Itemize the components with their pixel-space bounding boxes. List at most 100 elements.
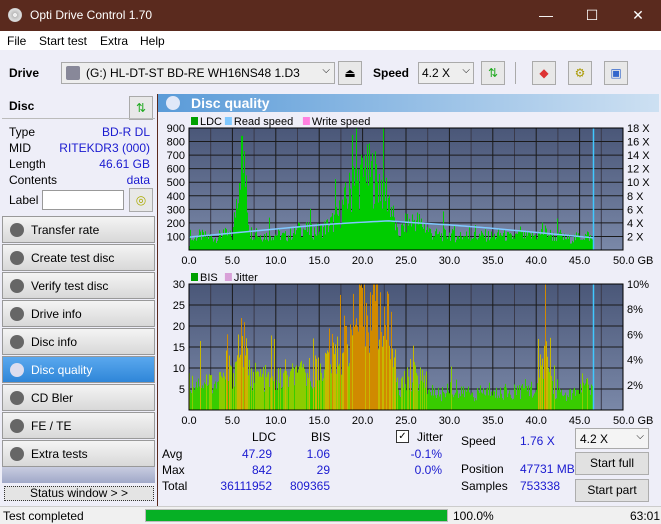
data-bar bbox=[318, 234, 319, 250]
data-bar bbox=[482, 393, 483, 410]
data-bar bbox=[470, 394, 471, 410]
disc-refresh-button[interactable]: ⇅ bbox=[129, 96, 153, 120]
toolbar-divider bbox=[515, 62, 516, 84]
stat-row-label: Total bbox=[162, 479, 188, 493]
data-bar bbox=[306, 385, 307, 410]
data-bar bbox=[553, 232, 554, 250]
data-bar bbox=[247, 348, 248, 410]
start-full-button[interactable]: Start full bbox=[575, 452, 649, 475]
data-bar bbox=[464, 236, 465, 250]
minimize-button[interactable]: — bbox=[523, 0, 569, 31]
data-bar bbox=[268, 371, 269, 410]
data-bar bbox=[193, 240, 194, 250]
data-bar bbox=[519, 385, 520, 410]
data-bar bbox=[426, 371, 427, 410]
data-bar bbox=[402, 376, 403, 410]
legend-swatch bbox=[302, 117, 310, 125]
data-bar bbox=[205, 231, 206, 250]
nav-fe-te[interactable]: FE / TE bbox=[2, 412, 155, 439]
data-bar bbox=[210, 236, 211, 250]
y-tick-label: 25 bbox=[173, 300, 185, 312]
menu-start-test[interactable]: Start test bbox=[39, 34, 87, 48]
start-part-button[interactable]: Start part bbox=[575, 479, 649, 502]
nav-create-test-disc[interactable]: Create test disc bbox=[2, 244, 155, 271]
data-bar bbox=[430, 228, 431, 250]
data-bar bbox=[518, 389, 519, 410]
maximize-button[interactable]: ☐ bbox=[569, 0, 615, 31]
nav-verify-test-disc[interactable]: Verify test disc bbox=[2, 272, 155, 299]
status-window-button[interactable]: Status window > > bbox=[4, 486, 154, 501]
data-bar bbox=[459, 393, 460, 410]
eject-button[interactable]: ⏏ bbox=[338, 61, 362, 85]
data-bar bbox=[537, 383, 538, 410]
data-bar bbox=[343, 204, 344, 250]
data-bar bbox=[291, 239, 292, 250]
data-bar bbox=[368, 332, 369, 410]
data-bar bbox=[534, 393, 535, 410]
nav-extra-tests[interactable]: Extra tests bbox=[2, 440, 155, 467]
data-bar bbox=[264, 391, 265, 410]
y-tick-label: 20 bbox=[173, 321, 185, 333]
data-bar bbox=[506, 240, 507, 250]
data-bar bbox=[336, 373, 337, 410]
data-bar bbox=[225, 227, 226, 250]
data-bar bbox=[384, 306, 385, 410]
data-bar bbox=[491, 231, 492, 250]
data-bar bbox=[244, 151, 245, 250]
data-bar bbox=[402, 223, 403, 250]
data-bar bbox=[575, 395, 576, 410]
data-bar bbox=[544, 233, 545, 250]
data-bar bbox=[254, 382, 255, 410]
data-bar bbox=[481, 392, 482, 410]
disc-panel: Disc ⇅ Type BD-R DL MID RITEKDR3 (000) Len… bbox=[2, 94, 155, 214]
data-bar bbox=[525, 379, 526, 410]
data-bar bbox=[555, 236, 556, 250]
drive-select[interactable]: (G:) HL-DT-ST BD-RE WH16NS48 1.D3 ⌵ bbox=[61, 62, 335, 84]
close-button[interactable]: ✕ bbox=[615, 0, 661, 31]
data-bar bbox=[204, 236, 205, 250]
data-bar bbox=[581, 239, 582, 250]
nav-cd-bler[interactable]: CD Bler bbox=[2, 384, 155, 411]
data-bar bbox=[346, 198, 347, 250]
speed-select[interactable]: 4.2 X ⌵ bbox=[418, 62, 474, 84]
save-button[interactable]: ▣ bbox=[604, 61, 628, 85]
data-bar bbox=[420, 221, 421, 250]
data-bar bbox=[266, 232, 267, 250]
data-bar bbox=[290, 228, 291, 250]
data-bar bbox=[360, 285, 361, 410]
nav-label: Disc info bbox=[31, 335, 78, 349]
y-tick-label: 600 bbox=[167, 164, 185, 176]
nav-drive-info[interactable]: Drive info bbox=[2, 300, 155, 327]
menu-extra[interactable]: Extra bbox=[100, 34, 128, 48]
data-bar bbox=[316, 235, 317, 250]
y2-tick-label: 14 X bbox=[627, 150, 650, 162]
menu-file[interactable]: File bbox=[7, 34, 26, 48]
stat-bis-value: 809365 bbox=[289, 479, 330, 493]
disc-label-button[interactable]: ◎ bbox=[129, 188, 153, 212]
data-bar bbox=[199, 386, 200, 410]
test-speed-select[interactable]: 4.2 X ⌵ bbox=[575, 428, 649, 449]
nav-transfer-rate[interactable]: Transfer rate bbox=[2, 216, 155, 243]
data-bar bbox=[193, 387, 194, 410]
data-bar bbox=[354, 326, 355, 410]
erase-button[interactable]: ◆ bbox=[532, 61, 556, 85]
data-bar bbox=[438, 233, 439, 250]
refresh-button[interactable]: ⇅ bbox=[481, 61, 505, 85]
data-bar bbox=[396, 222, 397, 250]
nav-disc-info[interactable]: Disc info bbox=[2, 328, 155, 355]
settings-button[interactable]: ⚙ bbox=[568, 61, 592, 85]
data-bar bbox=[211, 235, 212, 250]
menu-help[interactable]: Help bbox=[140, 34, 165, 48]
x-tick-label: 10.0 bbox=[265, 415, 286, 424]
nav-disc-quality[interactable]: Disc quality bbox=[2, 356, 155, 383]
disc-icon bbox=[10, 335, 24, 349]
data-bar bbox=[567, 395, 568, 410]
data-bar bbox=[552, 380, 553, 410]
data-bar bbox=[331, 373, 332, 410]
disc-label-input[interactable] bbox=[42, 190, 124, 210]
jitter-checkbox[interactable]: ✓ bbox=[396, 430, 409, 443]
data-bar bbox=[350, 188, 351, 250]
data-bar bbox=[255, 362, 256, 410]
data-bar bbox=[290, 371, 291, 410]
data-bar bbox=[226, 229, 227, 250]
